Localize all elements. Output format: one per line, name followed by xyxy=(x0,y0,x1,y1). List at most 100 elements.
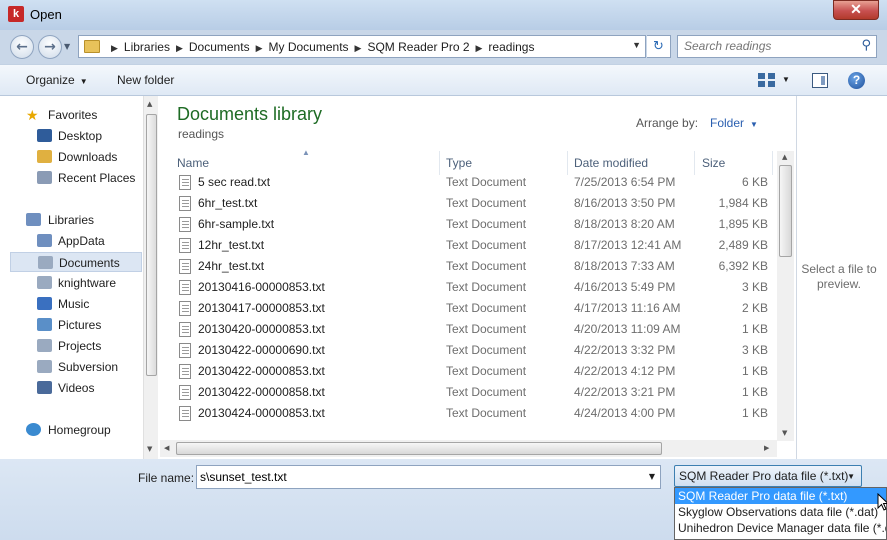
sidebar-item-desktop[interactable]: Desktop xyxy=(10,126,142,146)
chevron-right-icon[interactable]: ▶ xyxy=(355,43,362,53)
preview-pane-button[interactable] xyxy=(812,73,828,88)
help-button[interactable]: ? xyxy=(848,72,865,89)
scroll-right-icon[interactable]: ▶ xyxy=(764,444,769,452)
music-icon xyxy=(37,297,52,310)
chevron-right-icon[interactable]: ▶ xyxy=(176,43,183,53)
scroll-up-icon[interactable]: ▲ xyxy=(782,153,787,161)
file-row[interactable]: 12hr_test.txt Text Document 8/17/2013 12:4… xyxy=(160,235,775,256)
file-type-select[interactable]: SQM Reader Pro data file (*.txt) ▼ xyxy=(674,465,862,487)
file-date-modified: 4/24/2013 4:00 PM xyxy=(574,406,676,420)
navigation-scrollbar-thumb[interactable] xyxy=(146,114,157,376)
text-file-icon xyxy=(179,259,191,274)
file-row[interactable]: 20130416-00000853.txt Text Document 4/16/2… xyxy=(160,277,775,298)
sidebar-item-pictures[interactable]: Pictures xyxy=(10,315,142,335)
appdata-icon xyxy=(37,234,52,247)
column-type-header[interactable]: Type xyxy=(446,156,472,170)
sidebar-item-appdata[interactable]: AppData xyxy=(10,231,142,251)
organize-button[interactable]: Organize ▼ xyxy=(26,73,88,87)
search-input[interactable] xyxy=(684,39,854,53)
file-name-input[interactable] xyxy=(200,470,640,484)
file-type: Text Document xyxy=(446,364,527,378)
file-name: 20130422-00000853.txt xyxy=(198,364,325,378)
arrange-by-label: Arrange by: xyxy=(636,116,699,130)
file-name-combobox[interactable]: ▼ xyxy=(196,465,661,489)
search-icon[interactable]: ⚲ xyxy=(861,38,871,53)
file-type: Text Document xyxy=(446,196,527,210)
sidebar-item-label: Favorites xyxy=(48,108,98,122)
file-row[interactable]: 5 sec read.txt Text Document 7/25/2013 6:5… xyxy=(160,172,775,193)
horizontal-scrollbar-thumb[interactable] xyxy=(176,442,662,455)
sidebar-item-subversion[interactable]: Subversion xyxy=(10,357,142,377)
file-row[interactable]: 6hr-sample.txt Text Document 8/18/2013 8:2… xyxy=(160,214,775,235)
sidebar-item-libraries[interactable]: Libraries xyxy=(10,210,142,230)
sidebar-item-label: Projects xyxy=(58,339,102,353)
file-row[interactable]: 20130422-00000690.txt Text Document 4/22/2… xyxy=(160,340,775,361)
text-file-icon xyxy=(179,196,191,211)
column-size-header[interactable]: Size xyxy=(702,156,725,170)
recent-locations-dropdown-icon[interactable]: ▼ xyxy=(64,42,70,51)
sidebar-item-music[interactable]: Music xyxy=(10,294,142,314)
chevron-right-icon[interactable]: ▶ xyxy=(111,43,118,53)
scroll-up-icon[interactable]: ▲ xyxy=(147,100,152,108)
file-row[interactable]: 20130417-00000853.txt Text Document 4/17/2… xyxy=(160,298,775,319)
chevron-right-icon[interactable]: ▶ xyxy=(256,43,263,53)
address-bar[interactable]: ▶ Libraries ▶ Documents ▶ My Documents ▶ SQM Re… xyxy=(78,35,646,58)
file-type-option[interactable]: Unihedron Device Manager data file (*.da… xyxy=(675,520,886,536)
navigation-pane-scrollbar[interactable]: ▲ ▼ xyxy=(143,96,158,459)
file-type: Text Document xyxy=(446,343,527,357)
sidebar-item-label: Pictures xyxy=(58,318,102,332)
file-size: 1,984 KB xyxy=(718,196,768,210)
sidebar-item-projects[interactable]: Projects xyxy=(10,336,142,356)
back-button[interactable]: ← xyxy=(10,35,34,59)
breadcrumb-item[interactable]: readings xyxy=(488,40,534,54)
file-date-modified: 7/25/2013 6:54 PM xyxy=(574,175,676,189)
breadcrumb-item[interactable]: Libraries xyxy=(124,40,170,54)
address-dropdown-icon[interactable]: ▼ xyxy=(632,40,641,50)
sidebar-item-documents[interactable]: Documents xyxy=(10,252,142,272)
search-box[interactable]: ⚲ xyxy=(677,35,877,58)
sidebar-item-homegroup[interactable]: Homegroup xyxy=(10,420,142,440)
breadcrumb-item[interactable]: Documents xyxy=(189,40,250,54)
preview-pane: Select a file to preview. xyxy=(796,96,887,459)
file-list-horizontal-scrollbar[interactable]: ◀ ▶ xyxy=(160,440,777,457)
new-folder-button[interactable]: New folder xyxy=(117,73,174,87)
file-name: 20130422-00000858.txt xyxy=(198,385,325,399)
sidebar-item-downloads[interactable]: Downloads xyxy=(10,147,142,167)
sidebar-item-favorites[interactable]: ★ Favorites xyxy=(10,105,142,125)
refresh-button[interactable]: ↻ xyxy=(647,35,671,58)
forward-button[interactable]: → xyxy=(38,35,62,59)
file-row[interactable]: 20130422-00000858.txt Text Document 4/22/2… xyxy=(160,382,775,403)
close-button[interactable]: ✕ xyxy=(833,0,879,20)
chevron-down-icon[interactable]: ▼ xyxy=(649,472,655,481)
breadcrumb-item[interactable]: My Documents xyxy=(269,40,349,54)
vertical-scrollbar-thumb[interactable] xyxy=(779,165,792,257)
file-type-option[interactable]: SQM Reader Pro data file (*.txt) xyxy=(675,488,886,504)
sidebar-item-recent-places[interactable]: Recent Places xyxy=(10,168,142,188)
breadcrumb-item[interactable]: SQM Reader Pro 2 xyxy=(367,40,469,54)
file-row[interactable]: 24hr_test.txt Text Document 8/18/2013 7:33… xyxy=(160,256,775,277)
file-row[interactable]: 20130424-00000853.txt Text Document 4/24/2… xyxy=(160,403,775,424)
sidebar-item-knightware[interactable]: knightware xyxy=(10,273,142,293)
change-view-icon[interactable] xyxy=(758,73,776,87)
scroll-down-icon[interactable]: ▼ xyxy=(782,429,787,437)
file-type-option[interactable]: Skyglow Observations data file (*.dat) xyxy=(675,504,886,520)
sidebar-item-videos[interactable]: Videos xyxy=(10,378,142,398)
preview-message: Select a file to preview. xyxy=(801,262,877,291)
file-row[interactable]: 6hr_test.txt Text Document 8/16/2013 3:50 … xyxy=(160,193,775,214)
arrange-by-dropdown[interactable]: Folder ▼ xyxy=(710,116,758,130)
organize-label: Organize xyxy=(26,73,75,87)
scroll-down-icon[interactable]: ▼ xyxy=(147,445,152,453)
chevron-right-icon[interactable]: ▶ xyxy=(476,43,483,53)
scroll-left-icon[interactable]: ◀ xyxy=(164,444,169,452)
arrange-by-value: Folder xyxy=(710,116,745,130)
library-subtitle: readings xyxy=(178,127,225,141)
column-name-header[interactable]: Name xyxy=(177,156,209,170)
view-options-dropdown-icon[interactable]: ▼ xyxy=(782,75,790,84)
sidebar-item-label: Homegroup xyxy=(48,423,111,437)
column-date-header[interactable]: Date modified xyxy=(574,156,648,170)
file-row[interactable]: 20130420-00000853.txt Text Document 4/20/2… xyxy=(160,319,775,340)
file-row[interactable]: 20130422-00000853.txt Text Document 4/22/2… xyxy=(160,361,775,382)
file-type: Text Document xyxy=(446,406,527,420)
file-date-modified: 4/22/2013 4:12 PM xyxy=(574,364,676,378)
file-list-vertical-scrollbar[interactable]: ▲ ▼ xyxy=(777,151,794,441)
